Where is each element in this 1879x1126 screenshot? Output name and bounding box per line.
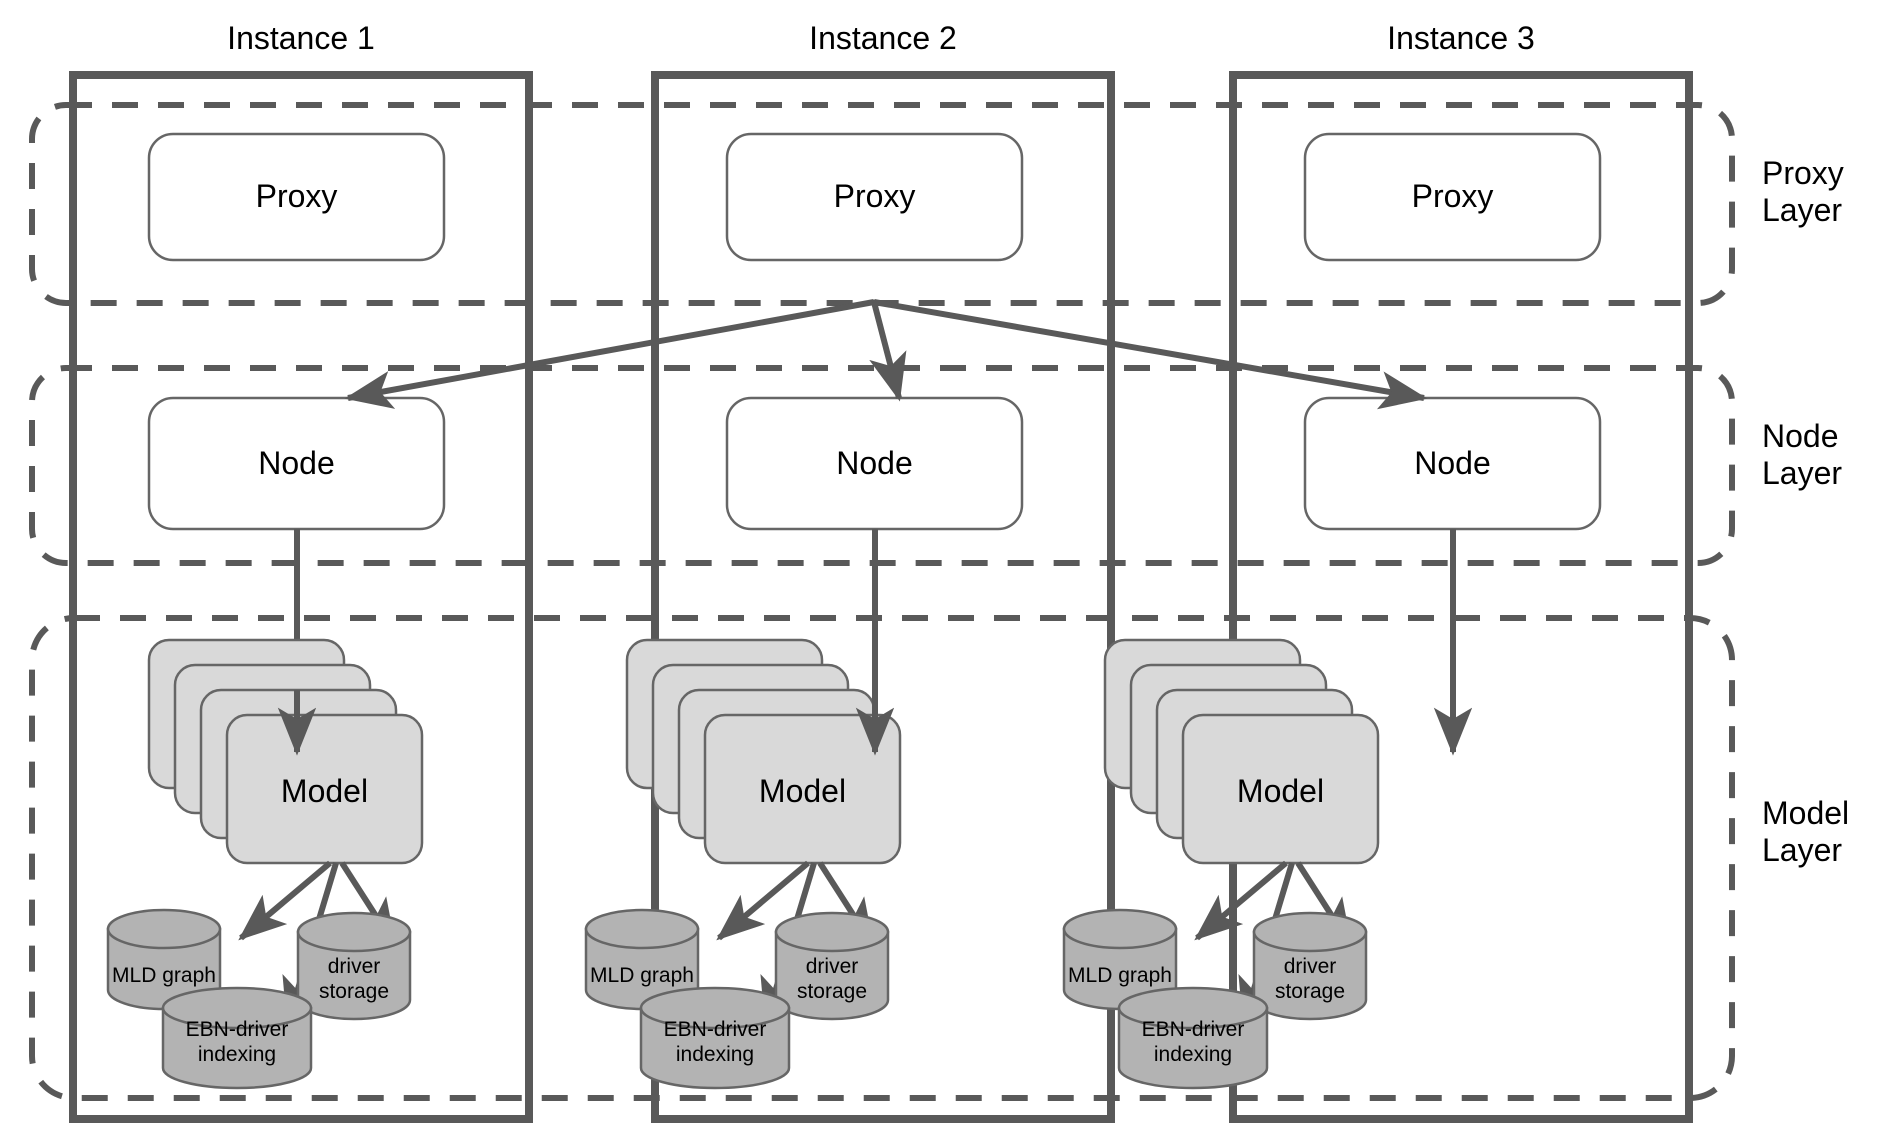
node-box-3[interactable] [1303, 396, 1602, 531]
proxy-box-3[interactable] [1303, 132, 1602, 262]
proxy2-to-node1-arrow [344, 299, 875, 409]
model-stack-1[interactable] [147, 638, 424, 865]
architecture-diagram: Instance 1 Instance 2 Instance 3 Proxy P… [0, 0, 1879, 1126]
diagram-canvas [29, 71, 1735, 1123]
proxy-box-2[interactable] [725, 132, 1024, 262]
proxy-box-1[interactable] [147, 132, 446, 262]
proxy2-to-node3-arrow [873, 299, 1428, 410]
model-stack-2[interactable] [625, 638, 902, 865]
cylinder-driver-storage-3[interactable] [1252, 911, 1368, 1021]
node-box-1[interactable] [147, 396, 446, 531]
node-box-2[interactable] [725, 396, 1024, 531]
model-stack-3[interactable] [1103, 638, 1380, 865]
cylinder-ebn-driver-indexing-2[interactable] [639, 986, 791, 1090]
proxy2-to-node2-arrow [869, 301, 907, 402]
cylinder-driver-storage-1[interactable] [296, 911, 412, 1021]
cylinder-ebn-driver-indexing-3[interactable] [1117, 986, 1269, 1090]
cylinder-driver-storage-2[interactable] [774, 911, 890, 1021]
cylinder-ebn-driver-indexing-1[interactable] [161, 986, 313, 1090]
